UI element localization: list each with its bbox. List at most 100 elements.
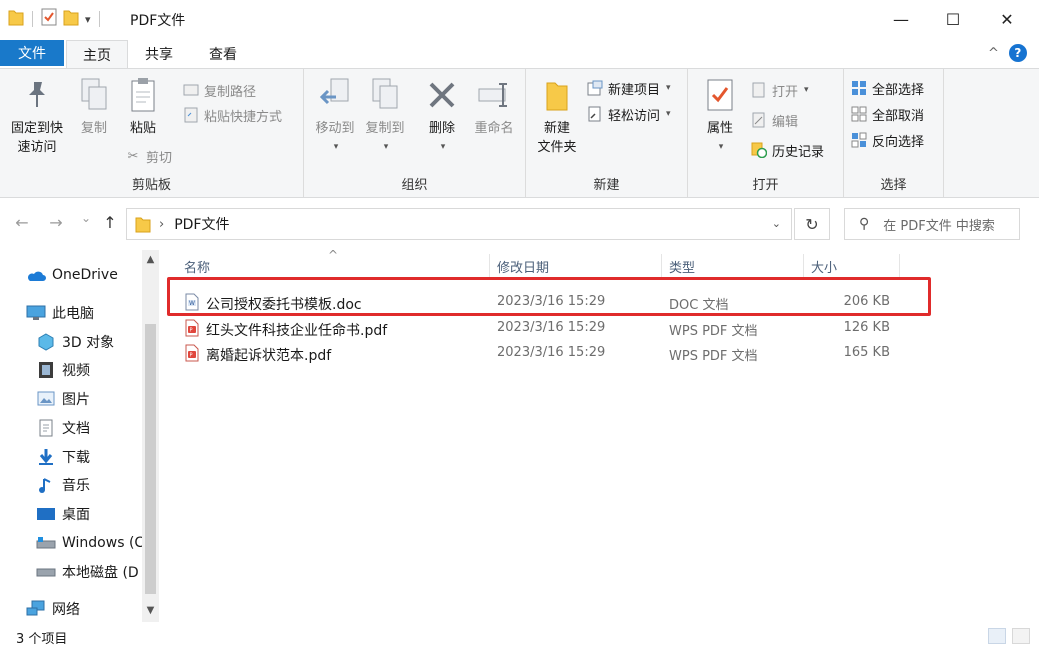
- up-button[interactable]: ↑: [100, 213, 120, 232]
- select-all-button[interactable]: 全部选择: [850, 77, 924, 99]
- forward-button[interactable]: →: [46, 213, 66, 232]
- search-placeholder: 在 PDF文件 中搜索: [883, 218, 995, 234]
- quick-access-toolbar: ▾: [8, 8, 102, 30]
- edit-button[interactable]: 编辑: [750, 109, 798, 131]
- download-icon: [36, 448, 56, 466]
- history-button[interactable]: 历史记录: [750, 139, 824, 161]
- column-header-label: 类型: [669, 260, 696, 276]
- music-icon: [36, 476, 56, 494]
- copy-path-button[interactable]: 复制路径: [182, 79, 256, 101]
- column-header-label: 修改日期: [497, 260, 550, 276]
- maximize-button[interactable]: ☐: [930, 0, 976, 38]
- tab-home[interactable]: 主页: [66, 40, 128, 68]
- nav-item-label: 图片: [62, 392, 90, 408]
- search-box[interactable]: ⚲ 在 PDF文件 中搜索: [844, 208, 1020, 240]
- customize-toolbar-button[interactable]: ▾: [85, 13, 91, 26]
- file-row[interactable]: P 红头文件科技企业任命书.pdf 2023/3/16 15:29 WPS PD…: [168, 316, 928, 341]
- move-to-label: 移动到: [315, 121, 355, 136]
- new-folder-icon[interactable]: [63, 8, 79, 30]
- navigation-pane: OneDrive 此电脑 3D 对象 视频 图片 文档 下载 音乐 桌面 Win…: [0, 250, 160, 622]
- easy-access-button[interactable]: 轻松访问 ▾: [586, 103, 671, 125]
- cube-icon: [36, 333, 56, 351]
- new-item-label: 新建项目: [608, 82, 661, 98]
- help-icon[interactable]: ?: [1008, 44, 1027, 62]
- file-date: 2023/3/16 15:29: [497, 345, 606, 360]
- ribbon: 固定到快 速访问 复制 粘贴 复制路径 粘贴快捷方式 ✂ 剪切 剪贴板 移动到 …: [0, 68, 1039, 198]
- cut-button[interactable]: ✂ 剪切: [124, 145, 172, 167]
- copy-to-button[interactable]: 复制到 ▾: [360, 75, 410, 157]
- drive-d-icon: [36, 563, 56, 581]
- select-none-icon: [850, 105, 868, 123]
- folder-icon[interactable]: [8, 8, 24, 30]
- toolbar-separator: [32, 11, 33, 27]
- pin-quick-access-button[interactable]: 固定到快 速访问: [6, 75, 68, 157]
- rename-button[interactable]: 重命名: [466, 75, 522, 138]
- cut-label: 剪切: [146, 150, 173, 166]
- new-item-button[interactable]: 新建项目 ▾: [586, 77, 671, 99]
- nav-pane-scrollbar[interactable]: ▲ ▼: [142, 250, 159, 622]
- file-row[interactable]: P 离婚起诉状范本.pdf 2023/3/16 15:29 WPS PDF 文档…: [168, 341, 928, 366]
- nav-item-label: 下载: [62, 450, 90, 466]
- large-icons-view-button[interactable]: [1012, 628, 1030, 644]
- copy-to-label: 复制到: [365, 121, 405, 136]
- nav-item-label: 3D 对象: [62, 335, 115, 351]
- properties-check-icon[interactable]: [41, 8, 57, 30]
- nav-item-label: 网络: [52, 602, 80, 618]
- breadcrumb-separator[interactable]: ›: [159, 217, 164, 232]
- clipboard-group-label: 剪贴板: [131, 178, 171, 193]
- address-dropdown-button[interactable]: ⌄: [772, 217, 781, 230]
- delete-x-icon: [424, 75, 460, 115]
- scroll-down-button[interactable]: ▼: [142, 605, 159, 616]
- computer-icon: [26, 304, 46, 322]
- properties-button[interactable]: 属性 ▾: [698, 75, 742, 157]
- tab-share[interactable]: 共享: [132, 40, 186, 68]
- file-date: 2023/3/16 15:29: [497, 320, 606, 335]
- nav-item-label: 本地磁盘 (D: [62, 565, 139, 581]
- copy-button[interactable]: 复制: [72, 75, 116, 138]
- invert-selection-button[interactable]: 反向选择: [850, 129, 924, 151]
- highlight-annotation-box: [167, 277, 931, 316]
- history-label: 历史记录: [772, 144, 825, 160]
- file-type: WPS PDF 文档: [669, 349, 758, 364]
- paste-label: 粘贴: [129, 121, 156, 136]
- address-bar[interactable]: › PDF文件 ⌄: [126, 208, 792, 240]
- paste-shortcut-button[interactable]: 粘贴快捷方式: [182, 104, 282, 126]
- scrollbar-thumb[interactable]: [145, 324, 156, 594]
- clipboard-icon: [125, 75, 161, 115]
- details-view-button[interactable]: [988, 628, 1006, 644]
- open-caret: ▾: [804, 85, 809, 95]
- minimize-button[interactable]: —: [878, 0, 924, 38]
- paste-shortcut-label: 粘贴快捷方式: [204, 109, 283, 125]
- nav-item-label: 此电脑: [52, 306, 94, 322]
- select-none-button[interactable]: 全部取消: [850, 103, 924, 125]
- paste-shortcut-icon: [182, 106, 200, 124]
- window-title: PDF文件: [130, 13, 186, 29]
- new-folder-button[interactable]: 新建 文件夹: [532, 75, 582, 157]
- back-button[interactable]: ←: [12, 213, 32, 232]
- paste-button[interactable]: 粘贴: [120, 75, 166, 138]
- scroll-up-button[interactable]: ▲: [142, 254, 159, 265]
- film-icon: [36, 361, 56, 379]
- breadcrumb-current[interactable]: PDF文件: [174, 214, 229, 234]
- refresh-button[interactable]: ↻: [794, 208, 830, 240]
- file-size: 126 KB: [843, 320, 890, 335]
- tab-file[interactable]: 文件: [0, 40, 64, 66]
- new-folder-label: 新建 文件夹: [537, 121, 577, 155]
- close-button[interactable]: ✕: [984, 0, 1030, 38]
- svg-text:P: P: [190, 353, 193, 359]
- open-button[interactable]: 打开 ▾: [750, 79, 809, 101]
- recent-locations-button[interactable]: ⌄: [76, 211, 96, 225]
- move-to-icon: [317, 75, 353, 115]
- pin-label: 固定到快 速访问: [10, 121, 63, 155]
- search-icon: ⚲: [859, 216, 870, 232]
- file-size: 165 KB: [843, 345, 890, 360]
- collapse-ribbon-button[interactable]: ^: [988, 46, 999, 61]
- invert-selection-icon: [850, 131, 868, 149]
- delete-button[interactable]: 删除 ▾: [422, 75, 462, 157]
- move-to-button[interactable]: 移动到 ▾: [310, 75, 360, 157]
- tab-view[interactable]: 查看: [196, 40, 250, 68]
- toolbar-separator: [98, 11, 100, 27]
- edit-label: 编辑: [772, 114, 799, 130]
- folder-icon: [135, 215, 151, 233]
- scissors-icon: ✂: [127, 148, 139, 164]
